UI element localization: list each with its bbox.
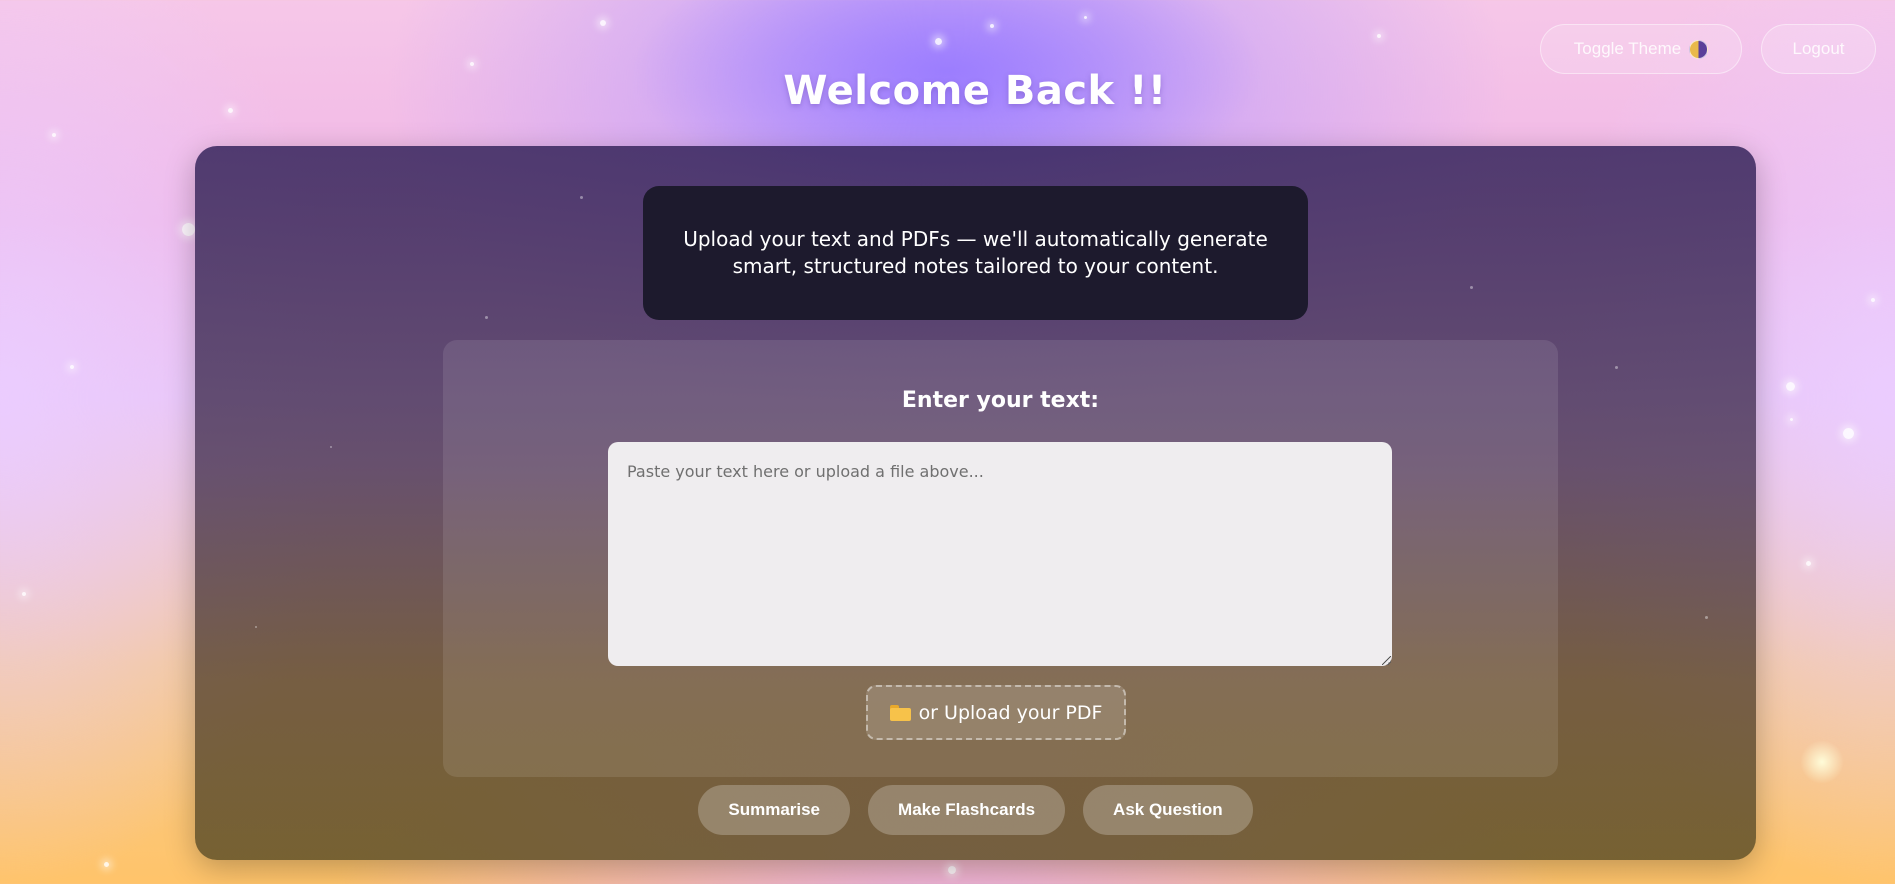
upload-pdf-button[interactable]: or Upload your PDF — [866, 685, 1126, 740]
toggle-theme-button[interactable]: Toggle Theme — [1540, 24, 1742, 74]
logout-button[interactable]: Logout — [1761, 24, 1876, 74]
action-buttons: Summarise Make Flashcards Ask Question — [195, 785, 1756, 835]
main-card: Upload your text and PDFs — we'll automa… — [195, 146, 1756, 860]
page-title: Welcome Back !! — [783, 68, 1167, 114]
resize-grip-icon[interactable] — [1382, 656, 1391, 665]
half-moon-icon — [1689, 39, 1709, 59]
toggle-theme-label: Toggle Theme — [1573, 39, 1682, 58]
upload-pdf-label: or Upload your PDF — [918, 701, 1103, 724]
input-label: Enter your text: — [901, 388, 1100, 413]
ask-question-button[interactable]: Ask Question — [1083, 785, 1253, 835]
info-text: Upload your text and PDFs — we'll automa… — [683, 227, 1268, 278]
text-input[interactable] — [608, 442, 1392, 666]
info-description: Upload your text and PDFs — we'll automa… — [643, 186, 1308, 320]
make-flashcards-button[interactable]: Make Flashcards — [868, 785, 1066, 835]
summarise-button[interactable]: Summarise — [698, 785, 851, 835]
input-panel: Enter your text: or Upload your PDF — [443, 340, 1558, 777]
folder-icon — [889, 704, 911, 721]
